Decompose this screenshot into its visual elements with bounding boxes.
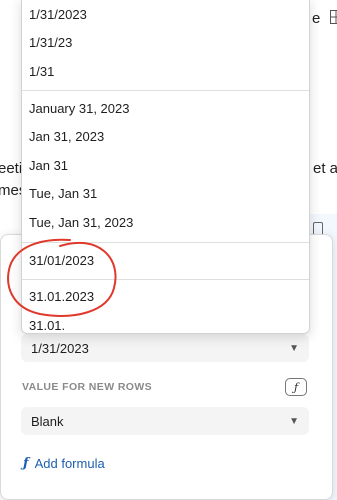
- new-rows-label: VALUE FOR NEW ROWS: [22, 381, 153, 393]
- formula-icon: ƒ: [23, 456, 29, 471]
- date-format-menu: 1/31/2023 1/31/23 1/31 January 31, 2023 …: [21, 0, 310, 334]
- background-text-right: et an: [313, 160, 337, 177]
- background-text-top-right: e: [312, 10, 321, 27]
- menu-option[interactable]: Jan 31, 2023: [29, 129, 104, 144]
- grid-icon[interactable]: [330, 10, 337, 27]
- add-formula-label: Add formula: [34, 456, 105, 471]
- date-format-value: 1/31/2023: [31, 340, 89, 356]
- add-formula-link[interactable]: ƒ Add formula: [23, 456, 105, 471]
- new-rows-select[interactable]: Blank ▼: [21, 407, 309, 435]
- menu-option[interactable]: Jan 31: [29, 158, 68, 173]
- chevron-down-icon: ▼: [289, 342, 299, 354]
- menu-option[interactable]: 31/01/2023: [29, 253, 94, 268]
- menu-option[interactable]: January 31, 2023: [29, 101, 129, 116]
- menu-option[interactable]: 1/31/2023: [29, 7, 87, 22]
- menu-option[interactable]: 1/31/23: [29, 35, 72, 50]
- menu-option[interactable]: 1/31: [29, 64, 54, 79]
- background-text-left-1: eeti: [0, 160, 23, 177]
- formula-icon[interactable]: ƒ: [285, 378, 307, 396]
- menu-divider: [22, 90, 309, 91]
- menu-option[interactable]: Tue, Jan 31, 2023: [29, 215, 133, 230]
- menu-option[interactable]: 31.01.: [29, 318, 65, 333]
- chevron-down-icon: ▼: [289, 415, 299, 427]
- menu-option[interactable]: Tue, Jan 31: [29, 186, 97, 201]
- new-rows-value: Blank: [31, 413, 64, 429]
- menu-option[interactable]: 31.01.2023: [29, 289, 94, 304]
- menu-divider: [22, 279, 309, 280]
- date-format-select[interactable]: 1/31/2023 ▼: [21, 334, 309, 362]
- menu-divider: [22, 242, 309, 243]
